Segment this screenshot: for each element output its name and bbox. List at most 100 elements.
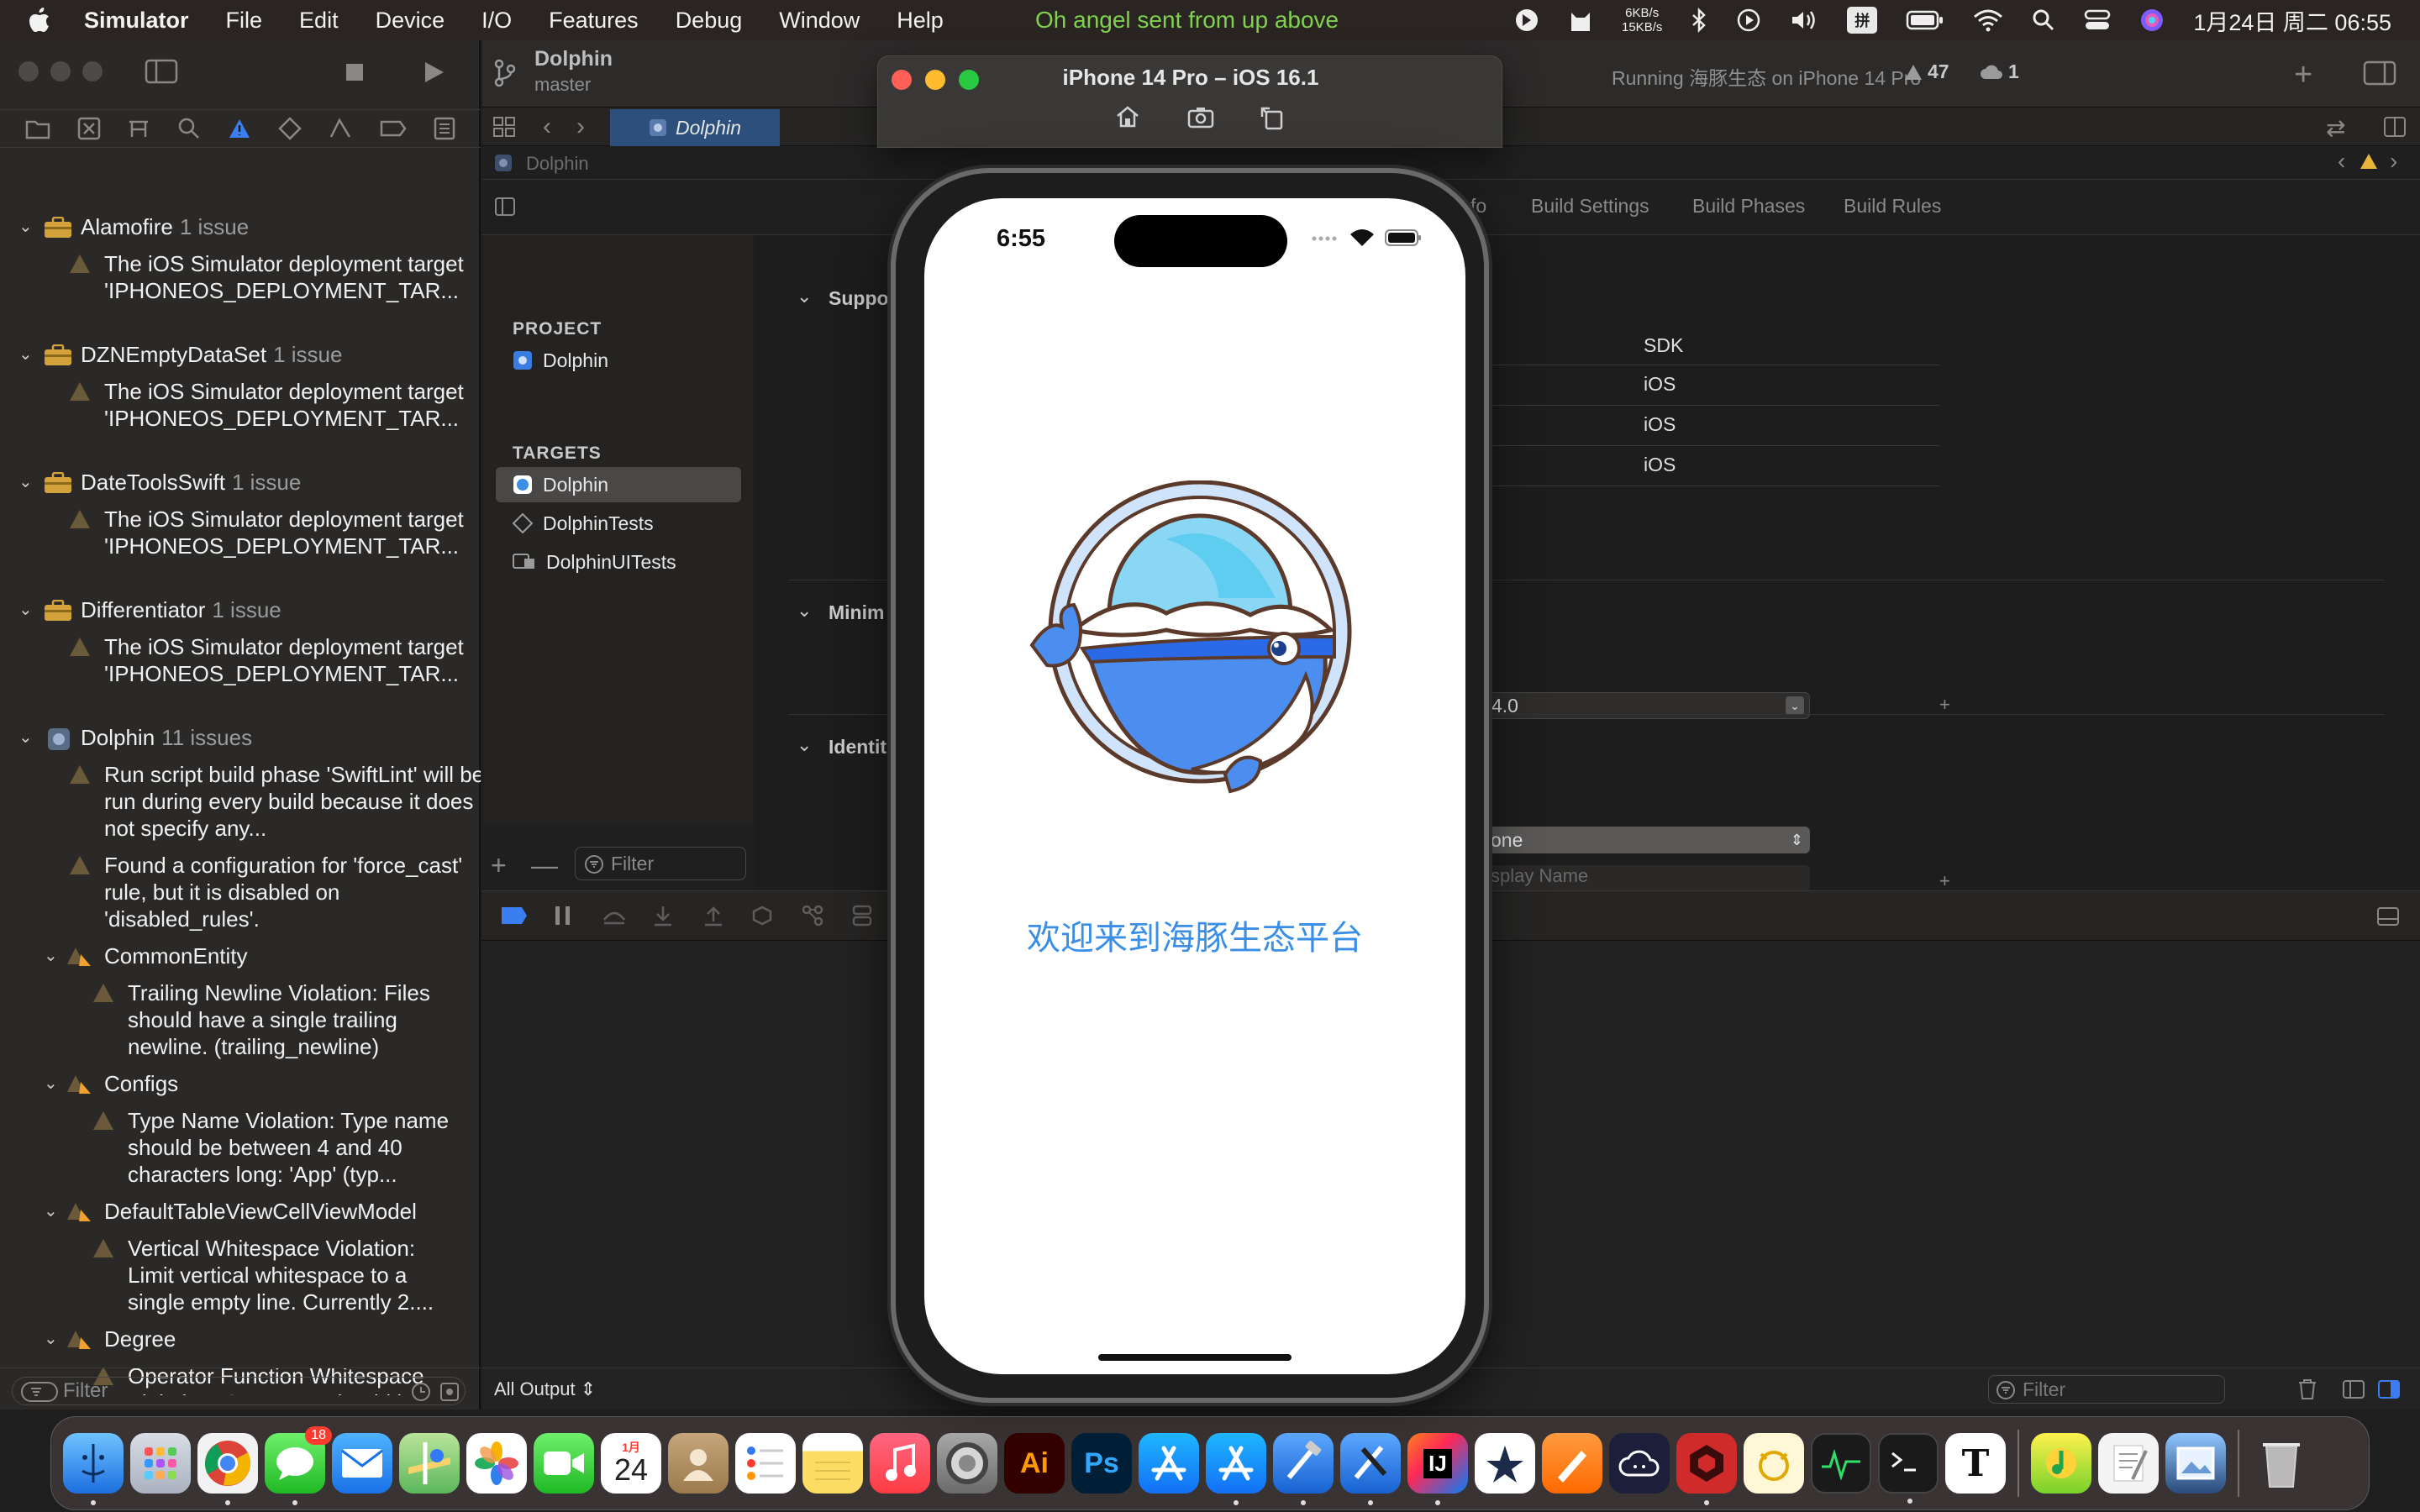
menubar-clock[interactable]: 1月24日 周二 06:55 <box>2193 4 2391 37</box>
pencil-app-icon[interactable] <box>1542 1433 1602 1494</box>
show-project-list-icon[interactable] <box>494 197 516 217</box>
notes-icon[interactable] <box>802 1433 863 1494</box>
launchpad-icon[interactable] <box>130 1433 191 1494</box>
grid-icon[interactable] <box>492 116 516 138</box>
tab-build-rules[interactable]: Build Rules <box>1844 195 1941 218</box>
tab-build-settings[interactable]: Build Settings <box>1531 195 1649 218</box>
chrome-icon[interactable] <box>197 1433 258 1505</box>
project-item-dolphin[interactable]: Dolphin <box>496 343 741 378</box>
hide-debug-area-icon[interactable] <box>2376 906 2400 927</box>
tower-icon[interactable] <box>1475 1433 1535 1494</box>
remove-target-icon[interactable]: — <box>531 850 558 881</box>
filter-options-icon[interactable] <box>21 1382 58 1402</box>
view-hierarchy-icon[interactable] <box>751 905 773 927</box>
illustrator-icon[interactable]: Ai <box>1004 1433 1065 1494</box>
variables-view-icon[interactable] <box>2343 1380 2365 1399</box>
find-icon[interactable] <box>177 117 201 140</box>
typora-icon[interactable]: T <box>1945 1433 2006 1494</box>
menu-help[interactable]: Help <box>897 8 944 34</box>
source-control-icon[interactable] <box>77 117 101 140</box>
home-indicator[interactable] <box>1098 1354 1292 1361</box>
issue-filter-icon[interactable] <box>439 1382 460 1402</box>
inspector-toggle-icon[interactable] <box>2363 60 2396 86</box>
target-item-dolphintests[interactable]: DolphinTests <box>496 506 741 541</box>
control-center-icon[interactable] <box>2084 8 2111 32</box>
chevron-down-icon[interactable]: ⌄ <box>44 1198 58 1225</box>
split-editor-icon[interactable] <box>2383 116 2407 138</box>
sidebar-toggle-icon[interactable] <box>145 59 178 84</box>
swap-icon[interactable]: ⇄ <box>2326 114 2345 142</box>
calendar-icon[interactable]: 1月 24 <box>601 1433 661 1494</box>
back-chevron-icon[interactable]: ‹ <box>543 113 551 141</box>
tab-dolphin[interactable]: Dolphin <box>610 109 780 146</box>
terminal-icon[interactable] <box>1878 1433 1939 1504</box>
step-out-icon[interactable] <box>702 905 724 927</box>
target-filter-input[interactable]: Filter <box>575 847 746 880</box>
step-into-icon[interactable] <box>652 905 674 927</box>
jump-bar-label[interactable]: Dolphin <box>526 153 589 175</box>
stop-icon[interactable] <box>345 62 365 82</box>
play-icon[interactable] <box>1736 8 1761 33</box>
console-view-icon[interactable] <box>2378 1380 2400 1399</box>
chevron-down-icon[interactable]: ⌄ <box>797 600 812 622</box>
finder-icon[interactable] <box>63 1433 124 1505</box>
iphone-screen[interactable]: 6:55 欢迎来到海豚生态平台 <box>924 198 1465 1374</box>
menu-io[interactable]: I/O <box>481 8 512 34</box>
chevron-down-icon[interactable]: ⌄ <box>18 341 33 368</box>
battery-icon[interactable] <box>1906 9 1944 31</box>
messages-icon[interactable]: 18 <box>265 1426 332 1505</box>
warning-count[interactable]: 47 <box>1904 60 1949 83</box>
intellij-icon[interactable]: IJ <box>1407 1433 1468 1505</box>
menu-window[interactable]: Window <box>779 8 860 34</box>
ios-version-select[interactable]: 4.0 ⌄ <box>1486 692 1810 719</box>
chevron-down-icon[interactable]: ⌄ <box>18 213 33 240</box>
navicat-icon[interactable] <box>1744 1433 1804 1494</box>
activity-monitor-icon[interactable] <box>1811 1433 1871 1494</box>
test-navigator-icon[interactable] <box>277 117 302 140</box>
chevron-down-icon[interactable]: ⌄ <box>44 1070 58 1097</box>
navigator-filter-input[interactable]: Filter <box>12 1377 466 1405</box>
chevron-down-icon[interactable]: ⌄ <box>18 724 33 751</box>
add-destination-icon[interactable]: + <box>1939 694 1950 716</box>
screenshot-icon[interactable] <box>1187 107 1214 129</box>
rubymine-icon[interactable] <box>1676 1433 1737 1505</box>
preview-icon[interactable] <box>2165 1433 2226 1494</box>
now-playing-lyrics[interactable]: Oh angel sent from up above <box>1035 7 1339 34</box>
vpn-icon[interactable] <box>1514 8 1539 33</box>
app-category-select[interactable]: one ⇕ <box>1486 827 1810 853</box>
input-method-icon[interactable]: 拼 <box>1847 7 1878 34</box>
facetime-icon[interactable] <box>534 1433 594 1494</box>
next-issue-icon[interactable]: › <box>2390 148 2397 175</box>
spotlight-icon[interactable] <box>2032 8 2055 32</box>
memory-graph-icon[interactable] <box>802 905 823 927</box>
siri-icon[interactable] <box>2139 8 2165 33</box>
reminders-icon[interactable] <box>735 1433 796 1494</box>
textedit-icon[interactable] <box>2098 1433 2159 1494</box>
symbol-navigator-icon[interactable] <box>127 117 150 140</box>
photoshop-icon[interactable]: Ps <box>1071 1433 1132 1494</box>
app-store-icon[interactable] <box>1139 1433 1199 1494</box>
menu-app-name[interactable]: Simulator <box>84 8 189 34</box>
chevron-down-icon[interactable]: ⌄ <box>44 1326 58 1352</box>
chevron-down-icon[interactable]: ⌄ <box>18 469 33 496</box>
bluetooth-icon[interactable] <box>1691 8 1707 33</box>
issue-navigator-icon[interactable] <box>228 118 251 139</box>
system-settings-icon[interactable] <box>937 1433 997 1494</box>
trash-icon[interactable] <box>2297 1378 2317 1400</box>
mail-icon[interactable] <box>332 1433 392 1494</box>
folder-icon[interactable] <box>25 118 50 139</box>
minimize-button[interactable] <box>50 61 71 81</box>
report-navigator-icon[interactable] <box>434 117 455 140</box>
branch-name[interactable]: master <box>534 74 591 96</box>
prev-issue-icon[interactable]: ‹ <box>2338 148 2345 175</box>
menu-device[interactable]: Device <box>376 8 445 34</box>
add-target-icon[interactable]: + <box>491 850 507 881</box>
cloud-app-icon[interactable] <box>1609 1433 1670 1494</box>
rotate-icon[interactable] <box>1260 105 1285 130</box>
step-over-icon[interactable] <box>602 905 627 927</box>
apple-menu-icon[interactable] <box>29 8 50 33</box>
forward-chevron-icon[interactable]: › <box>576 113 585 141</box>
photos-icon[interactable] <box>466 1433 527 1494</box>
close-button[interactable] <box>18 61 39 81</box>
cat-icon[interactable] <box>1568 8 1593 33</box>
